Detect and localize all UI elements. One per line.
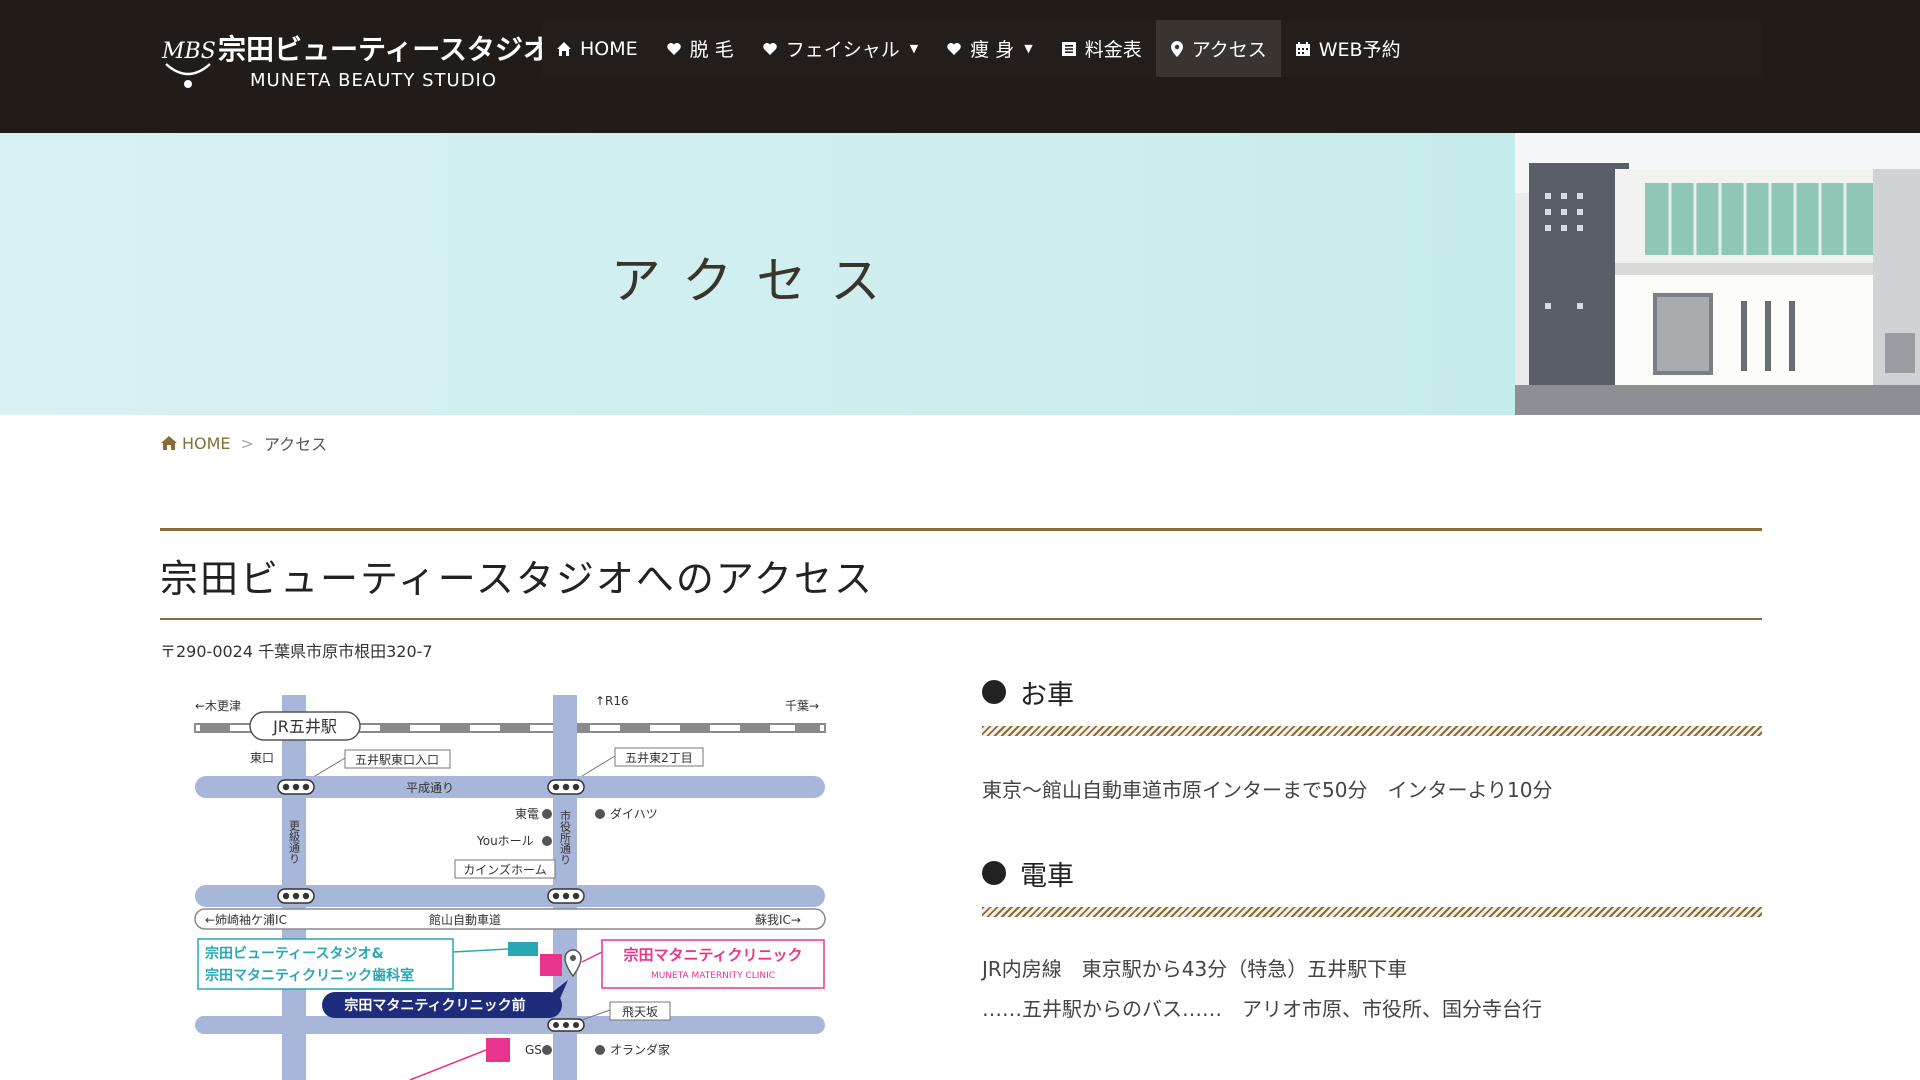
- breadcrumb-home-link[interactable]: HOME: [182, 434, 231, 453]
- section-rule-top: [160, 528, 1762, 531]
- main-nav: HOME 脱 毛 フェイシャル ▼ 痩 身 ▼ 料金表 アクセス WEB予約: [542, 20, 1762, 77]
- map-to-chiba: 千葉→: [785, 699, 819, 713]
- nav-datsumo[interactable]: 脱 毛: [652, 20, 748, 77]
- map-shiyakusho-dori: 市役所通り: [559, 809, 572, 865]
- map-pin-icon: [1170, 40, 1183, 57]
- nav-home-label: HOME: [580, 37, 638, 60]
- map-clinic-name: 宗田マタニティクリニック: [623, 946, 802, 964]
- map-toden: 東電: [515, 807, 539, 821]
- section-rule-bottom: [160, 618, 1762, 620]
- map-studio-label-2: 宗田マタニティクリニック歯科室: [205, 967, 414, 984]
- map-studio-label-1: 宗田ビューティースタジオ&: [205, 945, 384, 962]
- map-station: JR五井駅: [272, 717, 337, 736]
- train-text-line1: JR内房線 東京駅から43分（特急）五井駅下車: [982, 957, 1408, 981]
- heart-icon: [947, 42, 961, 55]
- access-by-car: お車 東京～館山自動車道市原インターまで50分 インターより10分: [982, 672, 1762, 810]
- map-east-exit: 東口: [250, 751, 274, 765]
- access-by-train: 電車 JR内房線 東京駅から43分（特急）五井駅下車 ……五井駅からのバス…… …: [982, 853, 1762, 1029]
- bullet-icon: [982, 680, 1006, 704]
- train-heading: 電車: [982, 853, 1762, 893]
- nav-web-reserve-label: WEB予約: [1318, 39, 1401, 61]
- nav-home[interactable]: HOME: [542, 20, 652, 77]
- logo-japanese: 宗田ビューティースタジオ: [218, 33, 551, 66]
- home-icon: [557, 41, 571, 56]
- car-heading: お車: [982, 672, 1762, 712]
- train-text-line2: ……五井駅からのバス…… アリオ市原、市役所、国分寺台行: [982, 997, 1542, 1021]
- nav-web-reserve[interactable]: WEB予約: [1281, 20, 1415, 77]
- nav-soushin[interactable]: 痩 身 ▼: [932, 20, 1047, 77]
- car-text: 東京～館山自動車道市原インターまで50分 インターより10分: [982, 778, 1553, 802]
- access-map: JR五井駅 ←木更津 ↑R16 千葉→ 東口 五井駅東口入口 五井東2丁目 平成…: [194, 694, 826, 1080]
- logo-english: MUNETA BEAUTY STUDIO: [250, 70, 498, 91]
- map-heisei-dori: 平成通り: [406, 781, 454, 795]
- map-tateyama-expressway: 館山自動車道: [429, 912, 501, 927]
- nav-soushin-label: 痩 身: [970, 39, 1015, 61]
- heart-icon: [666, 42, 681, 55]
- breadcrumb: HOME > アクセス: [160, 431, 327, 455]
- section-title: 宗田ビューティースタジオへのアクセス: [160, 557, 874, 601]
- map-r16: ↑R16: [595, 694, 629, 708]
- mbs-logo-mark: MBS: [161, 39, 216, 88]
- hero-title: アクセス: [610, 252, 905, 310]
- map-you-hall: Youホール: [476, 834, 534, 848]
- map-to-kisarazu: ←木更津: [195, 699, 241, 713]
- breadcrumb-separator: >: [240, 433, 254, 453]
- map-hitenzaka: 飛天坂: [622, 1005, 658, 1019]
- heart-icon: [762, 42, 777, 55]
- map-cainz-home: カインズホーム: [463, 862, 546, 877]
- nav-facial-label: フェイシャル: [785, 39, 900, 61]
- studio-building-photo: [1515, 133, 1920, 415]
- chevron-down-icon: ▼: [909, 42, 919, 55]
- bullet-icon: [982, 861, 1006, 885]
- car-heading-stripe: [982, 726, 1762, 736]
- map-daihatsu: ダイハツ: [610, 806, 658, 821]
- nav-access-label: アクセス: [1191, 39, 1267, 61]
- map-gs: GS: [525, 1043, 542, 1057]
- calendar-icon: [1295, 41, 1310, 56]
- site-logo[interactable]: MBS 宗田ビューティースタジオ MUNETA BEAUTY STUDIO: [160, 28, 551, 98]
- nav-access[interactable]: アクセス: [1155, 20, 1281, 77]
- car-heading-label: お車: [1020, 679, 1074, 711]
- map-goi-east-2: 五井東2丁目: [625, 751, 693, 765]
- map-clinic-en: MUNETA MATERNITY CLINIC: [651, 971, 775, 981]
- map-oranda: オランダ家: [610, 1042, 670, 1057]
- nav-facial[interactable]: フェイシャル ▼: [748, 20, 932, 77]
- map-kamaba-dori: 更級通り: [288, 820, 301, 864]
- address: 〒290-0024 千葉県市原市根田320-7: [160, 642, 433, 661]
- train-heading-label: 電車: [1020, 860, 1074, 892]
- nav-price[interactable]: 料金表: [1047, 20, 1156, 77]
- site-header: MBS 宗田ビューティースタジオ MUNETA BEAUTY STUDIO HO…: [0, 0, 1920, 133]
- map-to-anesaki: ←姉崎袖ケ浦IC: [205, 912, 287, 927]
- home-icon: [161, 436, 177, 450]
- page-hero: アクセス: [0, 133, 1920, 415]
- map-to-soga: 蘇我IC→: [755, 913, 801, 927]
- train-heading-stripe: [982, 907, 1762, 917]
- nav-price-label: 料金表: [1084, 39, 1142, 61]
- list-icon: [1061, 41, 1076, 56]
- nav-datsumo-label: 脱 毛: [689, 39, 734, 61]
- breadcrumb-current: アクセス: [263, 435, 328, 454]
- svg-text:MBS: MBS: [161, 39, 216, 64]
- map-goi-east-entrance: 五井駅東口入口: [355, 753, 439, 767]
- chevron-down-icon: ▼: [1024, 42, 1033, 55]
- map-bus-stop: 宗田マタニティクリニック前: [344, 997, 525, 1014]
